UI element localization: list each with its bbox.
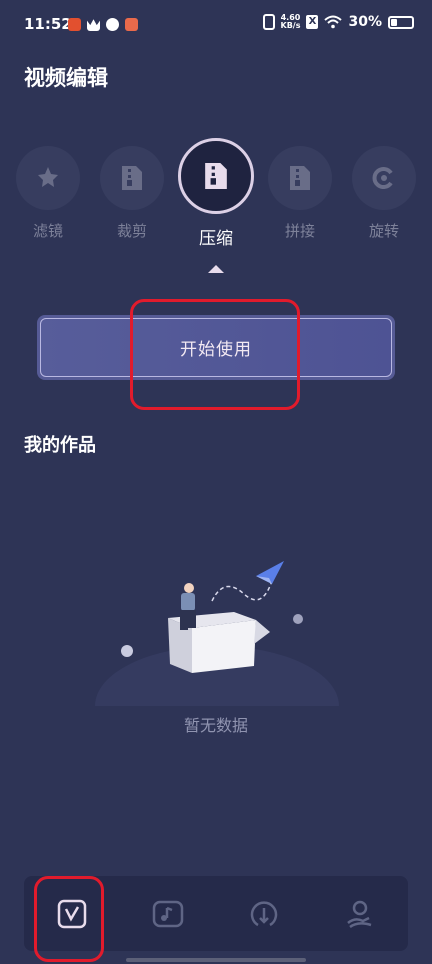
tool-merge[interactable]: 拼接 <box>267 146 333 241</box>
works-section-title: 我的作品 <box>24 435 96 456</box>
notification-icons <box>68 18 138 31</box>
status-time: 11:52 <box>24 15 72 33</box>
download-icon <box>250 900 278 926</box>
page-title: 视频编辑 <box>24 66 108 90</box>
start-button-container[interactable]: 开始使用 <box>37 315 395 380</box>
network-speed: 4.60 KB/s <box>281 14 301 30</box>
vibrate-icon <box>262 14 275 30</box>
status-bar: 11:52 4.60 KB/s X 30% <box>0 0 432 50</box>
home-indicator <box>126 958 306 962</box>
tool-merge-circle[interactable] <box>268 146 332 210</box>
x-badge-icon: X <box>306 15 319 29</box>
wifi-icon <box>324 15 343 29</box>
start-button[interactable]: 开始使用 <box>40 318 392 377</box>
magic-wand-icon <box>38 167 58 187</box>
tool-compress[interactable]: 压缩 <box>175 138 257 249</box>
battery-icon <box>388 15 414 29</box>
zip-file-icon <box>290 166 310 190</box>
tool-rotate-label: 旋转 <box>368 222 399 240</box>
crown-icon <box>87 19 100 31</box>
bottom-nav <box>24 876 408 951</box>
app-notification-icon <box>125 18 138 31</box>
check-circle-icon <box>106 18 119 31</box>
nav-download[interactable] <box>234 884 294 944</box>
nav-profile[interactable] <box>330 884 390 944</box>
app-notification-icon <box>68 18 81 31</box>
zip-file-icon <box>122 166 142 190</box>
battery-percent: 30% <box>348 14 382 30</box>
tool-rotate[interactable]: 旋转 <box>351 146 417 241</box>
tool-crop-label: 裁剪 <box>116 222 147 240</box>
tool-crop-circle[interactable] <box>100 146 164 210</box>
profile-icon <box>347 900 372 928</box>
empty-state-text: 暂无数据 <box>183 716 248 735</box>
tool-filter-circle[interactable] <box>16 146 80 210</box>
tool-compress-label: 压缩 <box>199 229 233 249</box>
music-video-icon <box>152 900 184 927</box>
nav-video-edit[interactable] <box>42 884 102 944</box>
tool-crop[interactable]: 裁剪 <box>99 146 165 241</box>
status-right: 4.60 KB/s X 30% <box>262 14 414 30</box>
empty-state-illustration <box>95 561 339 706</box>
video-edit-icon <box>57 899 87 928</box>
rotate-icon <box>372 167 393 189</box>
selected-tool-pointer <box>208 265 224 273</box>
nav-music-video[interactable] <box>138 884 198 944</box>
tool-merge-label: 拼接 <box>284 222 315 240</box>
zip-file-icon <box>205 163 227 189</box>
tool-rotate-circle[interactable] <box>352 146 416 210</box>
tool-filter[interactable]: 滤镜 <box>15 146 81 241</box>
tool-compress-circle[interactable] <box>178 138 254 214</box>
tool-filter-label: 滤镜 <box>32 222 63 240</box>
network-speed-unit: KB/s <box>280 21 301 30</box>
